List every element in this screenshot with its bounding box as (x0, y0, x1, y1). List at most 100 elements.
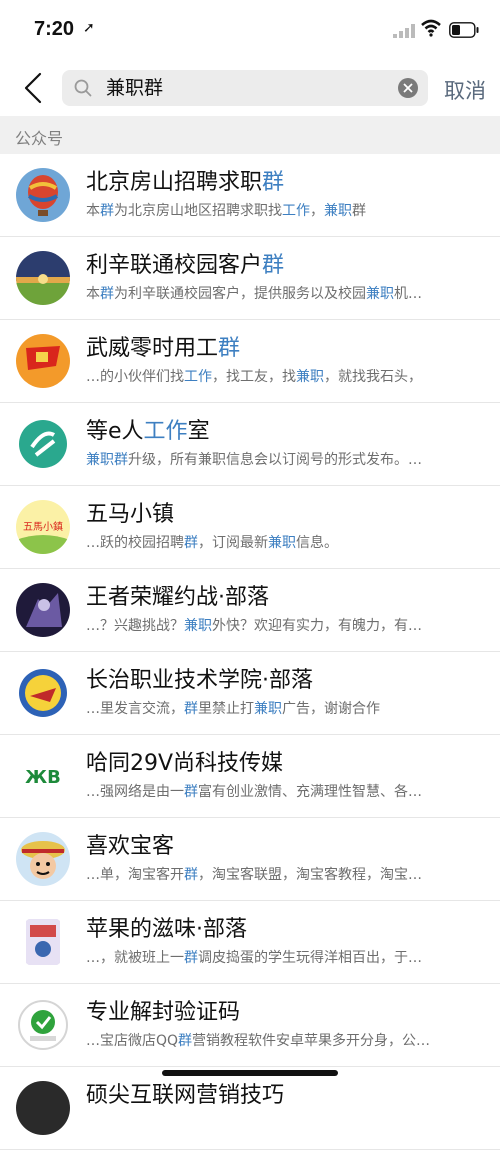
highlighted-keyword: 群 (100, 286, 114, 302)
back-chevron-icon[interactable] (18, 70, 48, 106)
result-item[interactable]: 硕尖互联网营销技巧 (0, 1067, 500, 1150)
account-description: 本群为利辛联通校园客户，提供服务以及校园兼职机… (86, 283, 481, 303)
highlighted-keyword: 兼职 (324, 203, 352, 219)
result-item[interactable]: 喜欢宝客 …单，淘宝客开群，淘宝客联盟，淘宝客教程，淘宝… (0, 818, 500, 901)
description-text: 机… (394, 286, 422, 302)
account-avatar (16, 1081, 70, 1135)
location-arrow-icon: ➚ (83, 20, 95, 36)
title-text: 哈同29V尚科技传媒 (86, 751, 284, 776)
account-description: …宝店微店QQ群营销教程软件安卓苹果多开分身，公… (86, 1030, 481, 1050)
title-text: 五马小镇 (86, 502, 175, 527)
highlighted-keyword: 群 (184, 701, 198, 717)
account-avatar (16, 417, 70, 471)
description-text: …里发言交流， (86, 701, 184, 717)
result-item[interactable]: 利辛联通校园客户群 本群为利辛联通校园客户，提供服务以及校园兼职机… (0, 237, 500, 320)
highlighted-keyword: 群 (262, 253, 285, 278)
status-time: 7:20 (34, 18, 75, 40)
description-text: ，就找我石头， (324, 369, 422, 385)
highlighted-keyword: 工作 (143, 419, 188, 444)
highlighted-keyword: 群 (184, 535, 198, 551)
account-title: 哈同29V尚科技传媒 (86, 745, 283, 777)
result-item[interactable]: 专业解封验证码 …宝店微店QQ群营销教程软件安卓苹果多开分身，公… (0, 984, 500, 1067)
description-text: 富有创业激情、充满理性智慧、各… (198, 784, 422, 800)
account-avatar (16, 334, 70, 388)
highlighted-keyword: 群 (178, 1033, 193, 1049)
description-text: 外快？欢迎有实力，有魄力，有… (212, 618, 422, 634)
close-icon (403, 83, 413, 93)
home-indicator (162, 1070, 338, 1076)
account-avatar (16, 915, 70, 969)
status-bar: 7:20 ➚ (0, 0, 500, 60)
result-item[interactable]: 长治职业技术学院·部落 …里发言交流，群里禁止打兼职广告，谢谢合作 (0, 652, 500, 735)
account-avatar (16, 998, 70, 1052)
account-avatar: 五馬小鎮 (16, 500, 70, 554)
account-title: 北京房山招聘求职群 (86, 164, 284, 196)
title-text: 苹果的滋味·部落 (86, 917, 247, 942)
account-title: 王者荣耀约战·部落 (86, 579, 269, 611)
account-description: …里发言交流，群里禁止打兼职广告，谢谢合作 (86, 698, 481, 718)
result-item[interactable]: 武威零时用工群 …的小伙伴们找工作，找工友，找兼职，就找我石头， (0, 320, 500, 403)
account-description: 兼职群升级，所有兼职信息会以订阅号的形式发布。… (86, 449, 481, 469)
highlighted-keyword: 群 (100, 203, 114, 219)
result-item[interactable]: 等e人工作室兼职群升级，所有兼职信息会以订阅号的形式发布。… (0, 403, 500, 486)
account-title: 苹果的滋味·部落 (86, 911, 247, 943)
account-avatar: ЖB (16, 749, 70, 803)
search-input[interactable]: 兼职群 (62, 70, 428, 106)
highlighted-keyword: 群 (184, 867, 198, 883)
cancel-button[interactable]: 取消 (444, 75, 486, 105)
account-title: 专业解封验证码 (86, 994, 240, 1026)
account-title: 等e人工作室 (86, 413, 210, 445)
account-title: 五马小镇 (86, 496, 174, 528)
account-title: 利辛联通校园客户群 (86, 247, 284, 279)
description-text: 升级，所有兼职信息会以订阅号的形式发布。… (128, 452, 422, 468)
result-item[interactable]: 北京房山招聘求职群 本群为北京房山地区招聘求职找工作，兼职群 (0, 154, 500, 237)
description-text: 信息。 (296, 535, 338, 551)
title-text: 室 (187, 419, 210, 444)
description-text: …宝店微店QQ (86, 1033, 179, 1049)
highlighted-keyword: 兼职 (296, 369, 324, 385)
section-label: 公众号 (15, 129, 64, 148)
title-text: 等e人 (86, 419, 144, 444)
account-description: …，就被班上一群调皮捣蛋的学生玩得洋相百出，于… (86, 947, 481, 967)
account-title: 硕尖互联网营销技巧 (86, 1077, 284, 1109)
section-header: 公众号 (0, 116, 500, 154)
result-item[interactable]: ЖB 哈同29V尚科技传媒 …强网络是由一群富有创业激情、充满理性智慧、各… (0, 735, 500, 818)
title-text: 武威零时用工 (86, 336, 219, 361)
title-text: 王者荣耀约战·部落 (86, 585, 269, 610)
title-text: 利辛联通校园客户 (86, 253, 263, 278)
description-text: 调皮捣蛋的学生玩得洋相百出，于… (198, 950, 422, 966)
title-text: 喜欢宝客 (86, 834, 175, 859)
result-item[interactable]: 苹果的滋味·部落 …，就被班上一群调皮捣蛋的学生玩得洋相百出，于… (0, 901, 500, 984)
account-title: 武威零时用工群 (86, 330, 240, 362)
highlighted-keyword: 群 (184, 784, 198, 800)
description-text: …跃的校园招聘 (86, 535, 184, 551)
cellular-signal-icon (393, 24, 415, 38)
account-description: …的小伙伴们找工作，找工友，找兼职，就找我石头， (86, 366, 481, 386)
title-text: 北京房山招聘求职 (86, 170, 263, 195)
title-text: 专业解封验证码 (86, 1000, 241, 1025)
green-logo-text: ЖB (25, 767, 61, 788)
account-avatar (16, 168, 70, 222)
search-bar: 兼职群 取消 (0, 60, 500, 116)
highlighted-keyword: 工作 (184, 369, 212, 385)
account-description: …强网络是由一群富有创业激情、充满理性智慧、各… (86, 781, 481, 801)
description-text: 里禁止打 (198, 701, 254, 717)
highlighted-keyword: 工作 (282, 203, 310, 219)
highlighted-keyword: 群 (218, 336, 241, 361)
account-avatar (16, 832, 70, 886)
clear-search-button[interactable] (398, 78, 418, 98)
results-list: 北京房山招聘求职群 本群为北京房山地区招聘求职找工作，兼职群 利辛联通校园客户群 本群… (0, 154, 500, 1150)
result-item[interactable]: 五馬小鎮 五马小镇 …跃的校园招聘群，订阅最新兼职信息。 (0, 486, 500, 569)
wifi-icon (421, 19, 441, 37)
account-title: 喜欢宝客 (86, 828, 174, 860)
account-avatar (16, 666, 70, 720)
description-text: ，订阅最新 (198, 535, 268, 551)
search-icon (74, 79, 92, 97)
description-text: 本 (86, 286, 100, 302)
result-item[interactable]: 王者荣耀约战·部落 …？兴趣挑战？兼职外快？欢迎有实力，有魄力，有… (0, 569, 500, 652)
description-text: 本 (86, 203, 100, 219)
battery-icon (449, 22, 479, 38)
highlighted-keyword: 兼职群 (86, 452, 128, 468)
description-text: ， (310, 203, 324, 219)
highlighted-keyword: 兼职 (268, 535, 296, 551)
